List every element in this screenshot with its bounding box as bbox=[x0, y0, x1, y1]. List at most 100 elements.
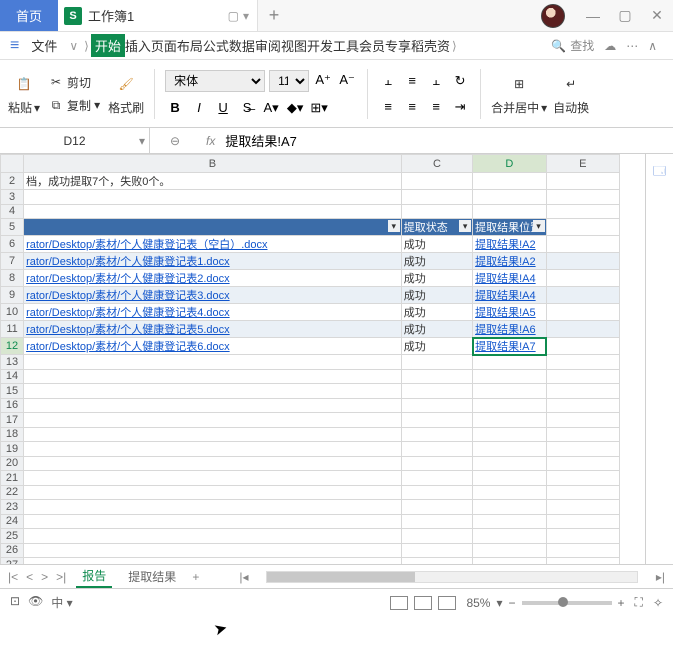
col-header-d[interactable]: D bbox=[473, 155, 546, 173]
row-header[interactable]: 13 bbox=[1, 355, 24, 370]
status-cell[interactable]: 成功 bbox=[401, 270, 472, 287]
row-header[interactable]: 9 bbox=[1, 287, 24, 304]
maximize-button[interactable]: ▢ bbox=[609, 0, 641, 32]
cell[interactable] bbox=[401, 355, 472, 370]
cut-button[interactable]: ✂剪切 bbox=[46, 73, 102, 92]
cell[interactable] bbox=[546, 304, 619, 321]
cell[interactable] bbox=[401, 384, 472, 399]
orientation-button[interactable]: ↻ bbox=[450, 71, 470, 91]
header-cell[interactable]: ▾ bbox=[24, 219, 402, 236]
cell[interactable] bbox=[546, 236, 619, 253]
cell[interactable] bbox=[401, 173, 472, 190]
menu-tab-8[interactable]: 会员专享 bbox=[359, 34, 411, 57]
cell[interactable] bbox=[401, 558, 472, 565]
border-button[interactable]: ⊞▾ bbox=[309, 98, 329, 118]
cell[interactable] bbox=[473, 190, 546, 205]
view-page-button[interactable] bbox=[414, 596, 432, 610]
spreadsheet-grid[interactable]: B C D E 2档，成功提取7个，失败0个。345▾提取状态▾提取结果位置▾6… bbox=[0, 154, 620, 564]
cell[interactable] bbox=[473, 471, 546, 486]
result-link[interactable]: 提取结果!A2 bbox=[473, 253, 546, 270]
row-header[interactable]: 27 bbox=[1, 558, 24, 565]
row-header[interactable]: 12 bbox=[1, 338, 24, 355]
cell[interactable] bbox=[473, 427, 546, 442]
merge-icon[interactable]: ⊞ bbox=[506, 71, 532, 97]
row-header[interactable]: 4 bbox=[1, 204, 24, 219]
cell[interactable] bbox=[546, 173, 619, 190]
hscroll-left-icon[interactable]: |◂ bbox=[239, 570, 248, 584]
align-center-button[interactable]: ≡ bbox=[402, 97, 422, 117]
col-header-b[interactable]: B bbox=[24, 155, 402, 173]
more-icon[interactable]: ⋯ bbox=[626, 39, 638, 53]
menu-tab-7[interactable]: 开发工具 bbox=[307, 34, 359, 57]
row-header[interactable]: 16 bbox=[1, 398, 24, 413]
cell[interactable] bbox=[401, 500, 472, 515]
menu-tab-6[interactable]: 视图 bbox=[281, 34, 307, 57]
fx-icon[interactable]: fx bbox=[200, 134, 221, 148]
align-top-button[interactable]: ⫠ bbox=[378, 71, 398, 91]
row-header[interactable]: 6 bbox=[1, 236, 24, 253]
fullscreen-icon[interactable]: ⛶ bbox=[635, 595, 643, 610]
result-link[interactable]: 提取结果!A7 bbox=[473, 338, 546, 355]
align-left-button[interactable]: ≡ bbox=[378, 97, 398, 117]
menu-tab-2[interactable]: 页面布局 bbox=[151, 34, 203, 57]
horizontal-scrollbar[interactable] bbox=[266, 571, 637, 583]
cell[interactable] bbox=[24, 204, 402, 219]
cell[interactable] bbox=[24, 427, 402, 442]
status-lang-icon[interactable]: 中 ▾ bbox=[51, 594, 72, 611]
cell[interactable] bbox=[546, 338, 619, 355]
status-cell[interactable]: 成功 bbox=[401, 304, 472, 321]
cell[interactable] bbox=[546, 204, 619, 219]
cell[interactable] bbox=[473, 442, 546, 457]
align-bottom-button[interactable]: ⫠ bbox=[426, 71, 446, 91]
tab-document[interactable]: S 工作簿1 ▢ ▾ bbox=[58, 0, 258, 31]
close-button[interactable]: ✕ bbox=[641, 0, 673, 32]
row-header[interactable]: 14 bbox=[1, 369, 24, 384]
cell[interactable] bbox=[473, 456, 546, 471]
cell[interactable] bbox=[473, 413, 546, 428]
cell[interactable] bbox=[473, 529, 546, 544]
font-size-select[interactable]: 11 bbox=[269, 70, 309, 92]
menu-file[interactable]: 文件 bbox=[25, 36, 63, 55]
row-header[interactable]: 5 bbox=[1, 219, 24, 236]
italic-button[interactable]: I bbox=[189, 98, 209, 118]
tab-home[interactable]: 首页 bbox=[0, 0, 58, 31]
row-header[interactable]: 19 bbox=[1, 442, 24, 457]
zoom-in-button[interactable]: + bbox=[618, 596, 625, 610]
cell[interactable] bbox=[24, 485, 402, 500]
result-link[interactable]: 提取结果!A2 bbox=[473, 236, 546, 253]
cell[interactable] bbox=[24, 543, 402, 558]
menu-tab-4[interactable]: 数据 bbox=[229, 34, 255, 57]
cell[interactable] bbox=[546, 355, 619, 370]
file-link[interactable]: rator/Desktop/素材/个人健康登记表6.docx bbox=[24, 338, 402, 355]
file-link[interactable]: rator/Desktop/素材/个人健康登记表3.docx bbox=[24, 287, 402, 304]
cell[interactable] bbox=[401, 456, 472, 471]
cell[interactable] bbox=[546, 543, 619, 558]
row-header[interactable]: 8 bbox=[1, 270, 24, 287]
font-name-select[interactable]: 宋体 bbox=[165, 70, 265, 92]
cell[interactable] bbox=[546, 514, 619, 529]
cell[interactable] bbox=[401, 471, 472, 486]
cell[interactable] bbox=[546, 190, 619, 205]
menu-tab-3[interactable]: 公式 bbox=[203, 34, 229, 57]
menu-back-icon[interactable]: ∨ bbox=[65, 39, 82, 53]
file-link[interactable]: rator/Desktop/素材/个人健康登记表4.docx bbox=[24, 304, 402, 321]
cell[interactable] bbox=[546, 442, 619, 457]
col-header-e[interactable]: E bbox=[546, 155, 619, 173]
row-header[interactable]: 18 bbox=[1, 427, 24, 442]
cell[interactable] bbox=[401, 442, 472, 457]
cell[interactable] bbox=[24, 456, 402, 471]
cell[interactable] bbox=[546, 287, 619, 304]
cell[interactable] bbox=[401, 204, 472, 219]
menu-tab-5[interactable]: 审阅 bbox=[255, 34, 281, 57]
row-header[interactable]: 24 bbox=[1, 514, 24, 529]
add-sheet-button[interactable]: + bbox=[192, 570, 199, 584]
row-header[interactable]: 25 bbox=[1, 529, 24, 544]
cell[interactable] bbox=[401, 427, 472, 442]
align-right-button[interactable]: ≡ bbox=[426, 97, 446, 117]
format-painter-icon[interactable]: 🖌 bbox=[113, 71, 139, 97]
cell[interactable] bbox=[24, 355, 402, 370]
hamburger-icon[interactable]: ≡ bbox=[6, 37, 23, 55]
cell[interactable] bbox=[24, 471, 402, 486]
menu-tab-0[interactable]: 开始 bbox=[91, 34, 125, 57]
cell[interactable]: 档，成功提取7个，失败0个。 bbox=[24, 173, 402, 190]
